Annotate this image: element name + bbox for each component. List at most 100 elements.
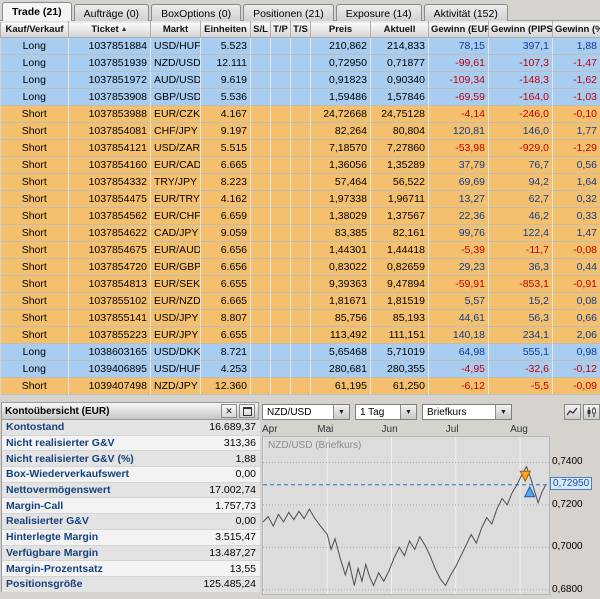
cell-sl <box>251 378 271 395</box>
period-select[interactable]: 1 Tag ▼ <box>355 404 417 420</box>
account-row-value: 13.487,27 <box>160 545 260 561</box>
column-header-tp[interactable]: T/P <box>271 22 291 38</box>
instrument-select[interactable]: NZD/USD ▼ <box>262 404 350 420</box>
cell-tp <box>271 327 291 344</box>
price-type-select-value: Briefkurs <box>427 407 466 418</box>
column-header-markt[interactable]: Markt <box>151 22 201 38</box>
cell-tp <box>271 225 291 242</box>
trade-row[interactable]: Long1037851884USD/HUF5.523210,862214,833… <box>1 38 600 55</box>
trade-row[interactable]: Short1037854622CAD/JPY9.05983,38582,1619… <box>1 225 600 242</box>
chart-title: NZD/USD (Briefkurs) <box>268 440 361 451</box>
y-axis-label: 0,7000 <box>552 541 583 552</box>
account-row: Box-Wiederverkaufswert0,00 <box>2 467 260 483</box>
cell-einheiten: 5.515 <box>201 140 251 157</box>
cell-markt: EUR/AUD <box>151 242 201 259</box>
cell-side: Short <box>1 310 69 327</box>
price-chart-plot[interactable]: NZD/USD (Briefkurs) <box>262 436 550 595</box>
trade-row[interactable]: Short1037854332TRY/JPY8.22357,46456,5226… <box>1 174 600 191</box>
cell-einheiten: 4.162 <box>201 191 251 208</box>
column-header-aktuell[interactable]: Aktuell <box>371 22 429 38</box>
cell-aktuell: 214,833 <box>371 38 429 55</box>
column-header-gewinn-pips[interactable]: Gewinn (PIPS) <box>489 22 553 38</box>
trade-row[interactable]: Short1037855141USD/JPY8.80785,75685,1934… <box>1 310 600 327</box>
cell-ts <box>291 242 311 259</box>
cell-einheiten: 6.665 <box>201 157 251 174</box>
tab-aktivit-t-152[interactable]: Aktivität (152) <box>424 4 508 22</box>
cell-side: Short <box>1 208 69 225</box>
trade-row[interactable]: Long1039406895USD/HUF4.253280,681280,355… <box>1 361 600 378</box>
column-header-sl[interactable]: S/L <box>251 22 271 38</box>
trade-row[interactable]: Short1037854813EUR/SEK6.6559,393639,4789… <box>1 276 600 293</box>
sell-marker-icon <box>520 471 530 481</box>
trade-row[interactable]: Short1039407498NZD/JPY12.36061,19561,250… <box>1 378 600 395</box>
trade-row[interactable]: Long1037851939NZD/USD12.1110,729500,7187… <box>1 55 600 72</box>
trade-row[interactable]: Short1037854081CHF/JPY9.19782,26480,8041… <box>1 123 600 140</box>
cell-ticket: 1037851972 <box>69 72 151 89</box>
cell-einheiten: 6.665 <box>201 293 251 310</box>
trade-row[interactable]: Short1037855223EUR/JPY6.655113,492111,15… <box>1 327 600 344</box>
trade-row[interactable]: Long1038603165USD/DKK8.7215,654685,71019… <box>1 344 600 361</box>
close-icon[interactable]: ✕ <box>221 404 237 418</box>
column-header-einheiten[interactable]: Einheiten <box>201 22 251 38</box>
account-row-label: Positionsgröße <box>2 576 160 592</box>
cell-aktuell: 1,44418 <box>371 242 429 259</box>
column-header-gewinn-eur[interactable]: Gewinn (EUR) <box>429 22 489 38</box>
cell-gewinn-eur: 13,27 <box>429 191 489 208</box>
column-header-side[interactable]: Kauf/Verkauf <box>1 22 69 38</box>
cell-markt: TRY/JPY <box>151 174 201 191</box>
cell-tp <box>271 276 291 293</box>
trade-row[interactable]: Short1037854562EUR/CHF6.6591,380291,3756… <box>1 208 600 225</box>
cell-side: Long <box>1 72 69 89</box>
cell-sl <box>251 157 271 174</box>
tab-boxoptions-0[interactable]: BoxOptions (0) <box>151 4 241 22</box>
cell-ticket: 1037854160 <box>69 157 151 174</box>
trade-row[interactable]: Short1037854121USD/ZAR5.5157,185707,2786… <box>1 140 600 157</box>
trade-row[interactable]: Short1037854675EUR/AUD6.6561,443011,4441… <box>1 242 600 259</box>
account-row-label: Nicht realisierter G&V <box>2 435 160 451</box>
column-header-preis[interactable]: Preis <box>311 22 371 38</box>
cell-ticket: 1037854332 <box>69 174 151 191</box>
cell-preis: 61,195 <box>311 378 371 395</box>
trade-row[interactable]: Short1037854720EUR/GBP6.6560,830220,8265… <box>1 259 600 276</box>
cell-tp <box>271 72 291 89</box>
cell-side: Short <box>1 140 69 157</box>
line-chart-icon[interactable] <box>564 404 581 420</box>
price-type-select[interactable]: Briefkurs ▼ <box>422 404 512 420</box>
x-axis-label: Aug <box>510 424 534 435</box>
trade-row[interactable]: Short1037853988EUR/CZK4.16724,7266824,75… <box>1 106 600 123</box>
cell-aktuell: 0,82659 <box>371 259 429 276</box>
trade-row[interactable]: Short1037855102EUR/NZD6.6651,816711,8151… <box>1 293 600 310</box>
column-header-gewinn-pct[interactable]: Gewinn (%) <box>553 22 600 38</box>
cell-gewinn-pct: -0,12 <box>553 361 600 378</box>
trade-row[interactable]: Short1037854475EUR/TRY4.1621,973381,9671… <box>1 191 600 208</box>
cell-ticket: 1037855141 <box>69 310 151 327</box>
tab-exposure-14[interactable]: Exposure (14) <box>336 4 422 22</box>
tab-positionen-21[interactable]: Positionen (21) <box>243 4 334 22</box>
trade-row[interactable]: Long1037853908GBP/USD5.5361,594861,57846… <box>1 89 600 106</box>
account-row-value: 0,00 <box>160 514 260 530</box>
chart-controls: NZD/USD ▼ 1 Tag ▼ Briefkurs ▼ <box>262 402 600 422</box>
tab-auftr-ge-0[interactable]: Aufträge (0) <box>74 4 149 22</box>
account-row-value: 0,00 <box>160 467 260 483</box>
cell-side: Short <box>1 242 69 259</box>
cell-sl <box>251 361 271 378</box>
cell-ticket: 1037854475 <box>69 191 151 208</box>
cell-einheiten: 12.360 <box>201 378 251 395</box>
trade-row[interactable]: Long1037851972AUD/USD9.6190,918230,90340… <box>1 72 600 89</box>
trade-row[interactable]: Short1037854160EUR/CAD6.6651,360561,3528… <box>1 157 600 174</box>
cell-ts <box>291 174 311 191</box>
cell-aktuell: 1,57846 <box>371 89 429 106</box>
instrument-select-value: NZD/USD <box>267 407 311 418</box>
tab-trade-21[interactable]: Trade (21) <box>2 2 72 22</box>
cell-gewinn-eur: 99,76 <box>429 225 489 242</box>
cell-gewinn-eur: -109,34 <box>429 72 489 89</box>
column-header-ts[interactable]: T/S <box>291 22 311 38</box>
cell-gewinn-pct: 0,98 <box>553 344 600 361</box>
cell-einheiten: 12.111 <box>201 55 251 72</box>
detach-window-icon[interactable] <box>239 404 255 418</box>
cell-gewinn-pct: -0,09 <box>553 378 600 395</box>
cell-ticket: 1037854121 <box>69 140 151 157</box>
cell-einheiten: 9.619 <box>201 72 251 89</box>
column-header-ticket[interactable]: Ticket▲ <box>69 22 151 38</box>
candlestick-chart-icon[interactable] <box>583 404 600 420</box>
